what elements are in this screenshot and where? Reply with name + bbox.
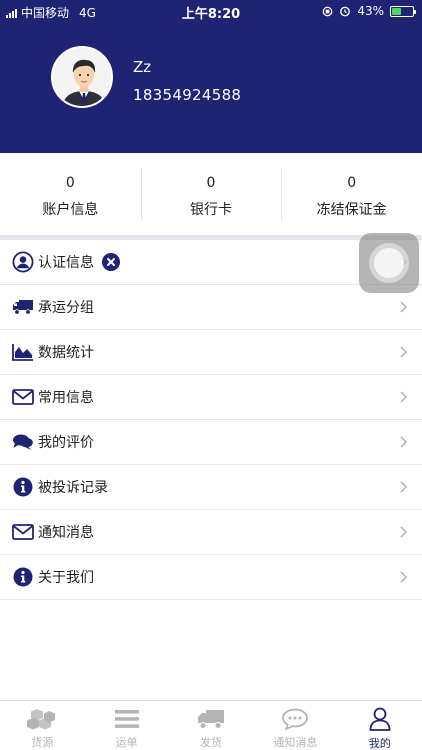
battery-percent: 43% (357, 4, 384, 18)
tab-label: 运单 (115, 736, 138, 749)
menu-item-my-reviews[interactable]: 我的评价 (0, 420, 422, 465)
avatar[interactable] (51, 46, 113, 108)
avatar-person-icon (53, 48, 111, 106)
tab-label: 货源 (31, 736, 54, 749)
status-bar: 中国移动 4G 上午8:20 43% (0, 0, 422, 22)
menu-item-carrier-group[interactable]: 承运分组 (0, 285, 422, 330)
assistive-touch-dot (374, 248, 404, 278)
envelope-icon (12, 521, 34, 543)
menu-item-label: 承运分组 (38, 300, 94, 316)
alarm-icon (340, 6, 351, 17)
orientation-lock-icon (322, 6, 333, 16)
stat-bank-card[interactable]: 0 银行卡 (140, 153, 282, 235)
menu-item-notifications[interactable]: 通知消息 (0, 510, 422, 555)
chat-bubble-icon (280, 707, 310, 730)
tab-ship[interactable]: 发货 (169, 701, 253, 750)
battery-icon (390, 5, 416, 17)
tab-label: 我的 (368, 737, 391, 750)
menu-item-label: 认证信息 (38, 255, 94, 271)
chevron-right-icon (400, 526, 408, 538)
stat-value: 0 (347, 175, 357, 191)
stat-label: 银行卡 (190, 202, 232, 218)
list-icon (112, 707, 142, 730)
chevron-right-icon (400, 481, 408, 493)
tab-label: 发货 (200, 736, 223, 749)
chevron-right-icon (400, 301, 408, 313)
menu-item-label: 被投诉记录 (38, 480, 108, 496)
menu-item-label: 数据统计 (38, 345, 94, 361)
tab-waybill[interactable]: 运单 (84, 701, 168, 750)
tab-label: 通知消息 (273, 736, 318, 749)
menu-item-label: 常用信息 (38, 390, 94, 406)
menu-item-label: 通知消息 (38, 525, 94, 541)
chevron-right-icon (400, 571, 408, 583)
cubes-icon (27, 707, 57, 730)
username: Zz (133, 58, 152, 76)
assistive-touch-ring (369, 243, 409, 283)
profile-header: 中国移动 4G 上午8:20 43% Zz 18354924588 (0, 0, 422, 153)
menu-item-common-info[interactable]: 常用信息 (0, 375, 422, 420)
account-stats: 0 账户信息 0 银行卡 0 冻结保证金 (0, 153, 422, 235)
menu-item-label: 关于我们 (38, 570, 94, 586)
stat-frozen-deposit[interactable]: 0 冻结保证金 (281, 153, 422, 235)
chevron-right-icon (400, 391, 408, 403)
stat-label: 冻结保证金 (316, 202, 387, 218)
status-right: 43% (322, 4, 416, 18)
area-chart-icon (12, 341, 34, 363)
chevron-right-icon (400, 346, 408, 358)
menu-item-label: 我的评价 (38, 435, 94, 451)
user-circle-icon (12, 251, 34, 273)
close-circle-icon (102, 253, 120, 271)
truck-icon (196, 707, 226, 730)
assistive-touch-button[interactable] (359, 233, 419, 293)
info-icon (12, 566, 34, 588)
envelope-icon (12, 386, 34, 408)
info-icon (12, 476, 34, 498)
user-icon (365, 707, 395, 731)
phone-number: 18354924588 (133, 86, 242, 104)
menu-item-complaint-records[interactable]: 被投诉记录 (0, 465, 422, 510)
tab-notifications[interactable]: 通知消息 (253, 701, 337, 750)
stat-value: 0 (65, 175, 75, 191)
tab-mine[interactable]: 我的 (338, 701, 422, 750)
bottom-tab-bar: 货源 运单 发货 通知消息 我的 (0, 700, 422, 750)
menu-item-about-us[interactable]: 关于我们 (0, 555, 422, 600)
tab-cargo-source[interactable]: 货源 (0, 701, 84, 750)
settings-menu: 认证信息 承运分组 数据统计 常用信息 我的评价 被投诉记录 通知消息 关于我们 (0, 240, 422, 600)
stat-account-info[interactable]: 0 账户信息 (0, 153, 141, 235)
comments-icon (12, 431, 34, 453)
chevron-right-icon (400, 436, 408, 448)
truck-icon (12, 296, 34, 318)
stat-value: 0 (206, 175, 216, 191)
menu-item-data-statistics[interactable]: 数据统计 (0, 330, 422, 375)
stat-label: 账户信息 (42, 202, 99, 218)
